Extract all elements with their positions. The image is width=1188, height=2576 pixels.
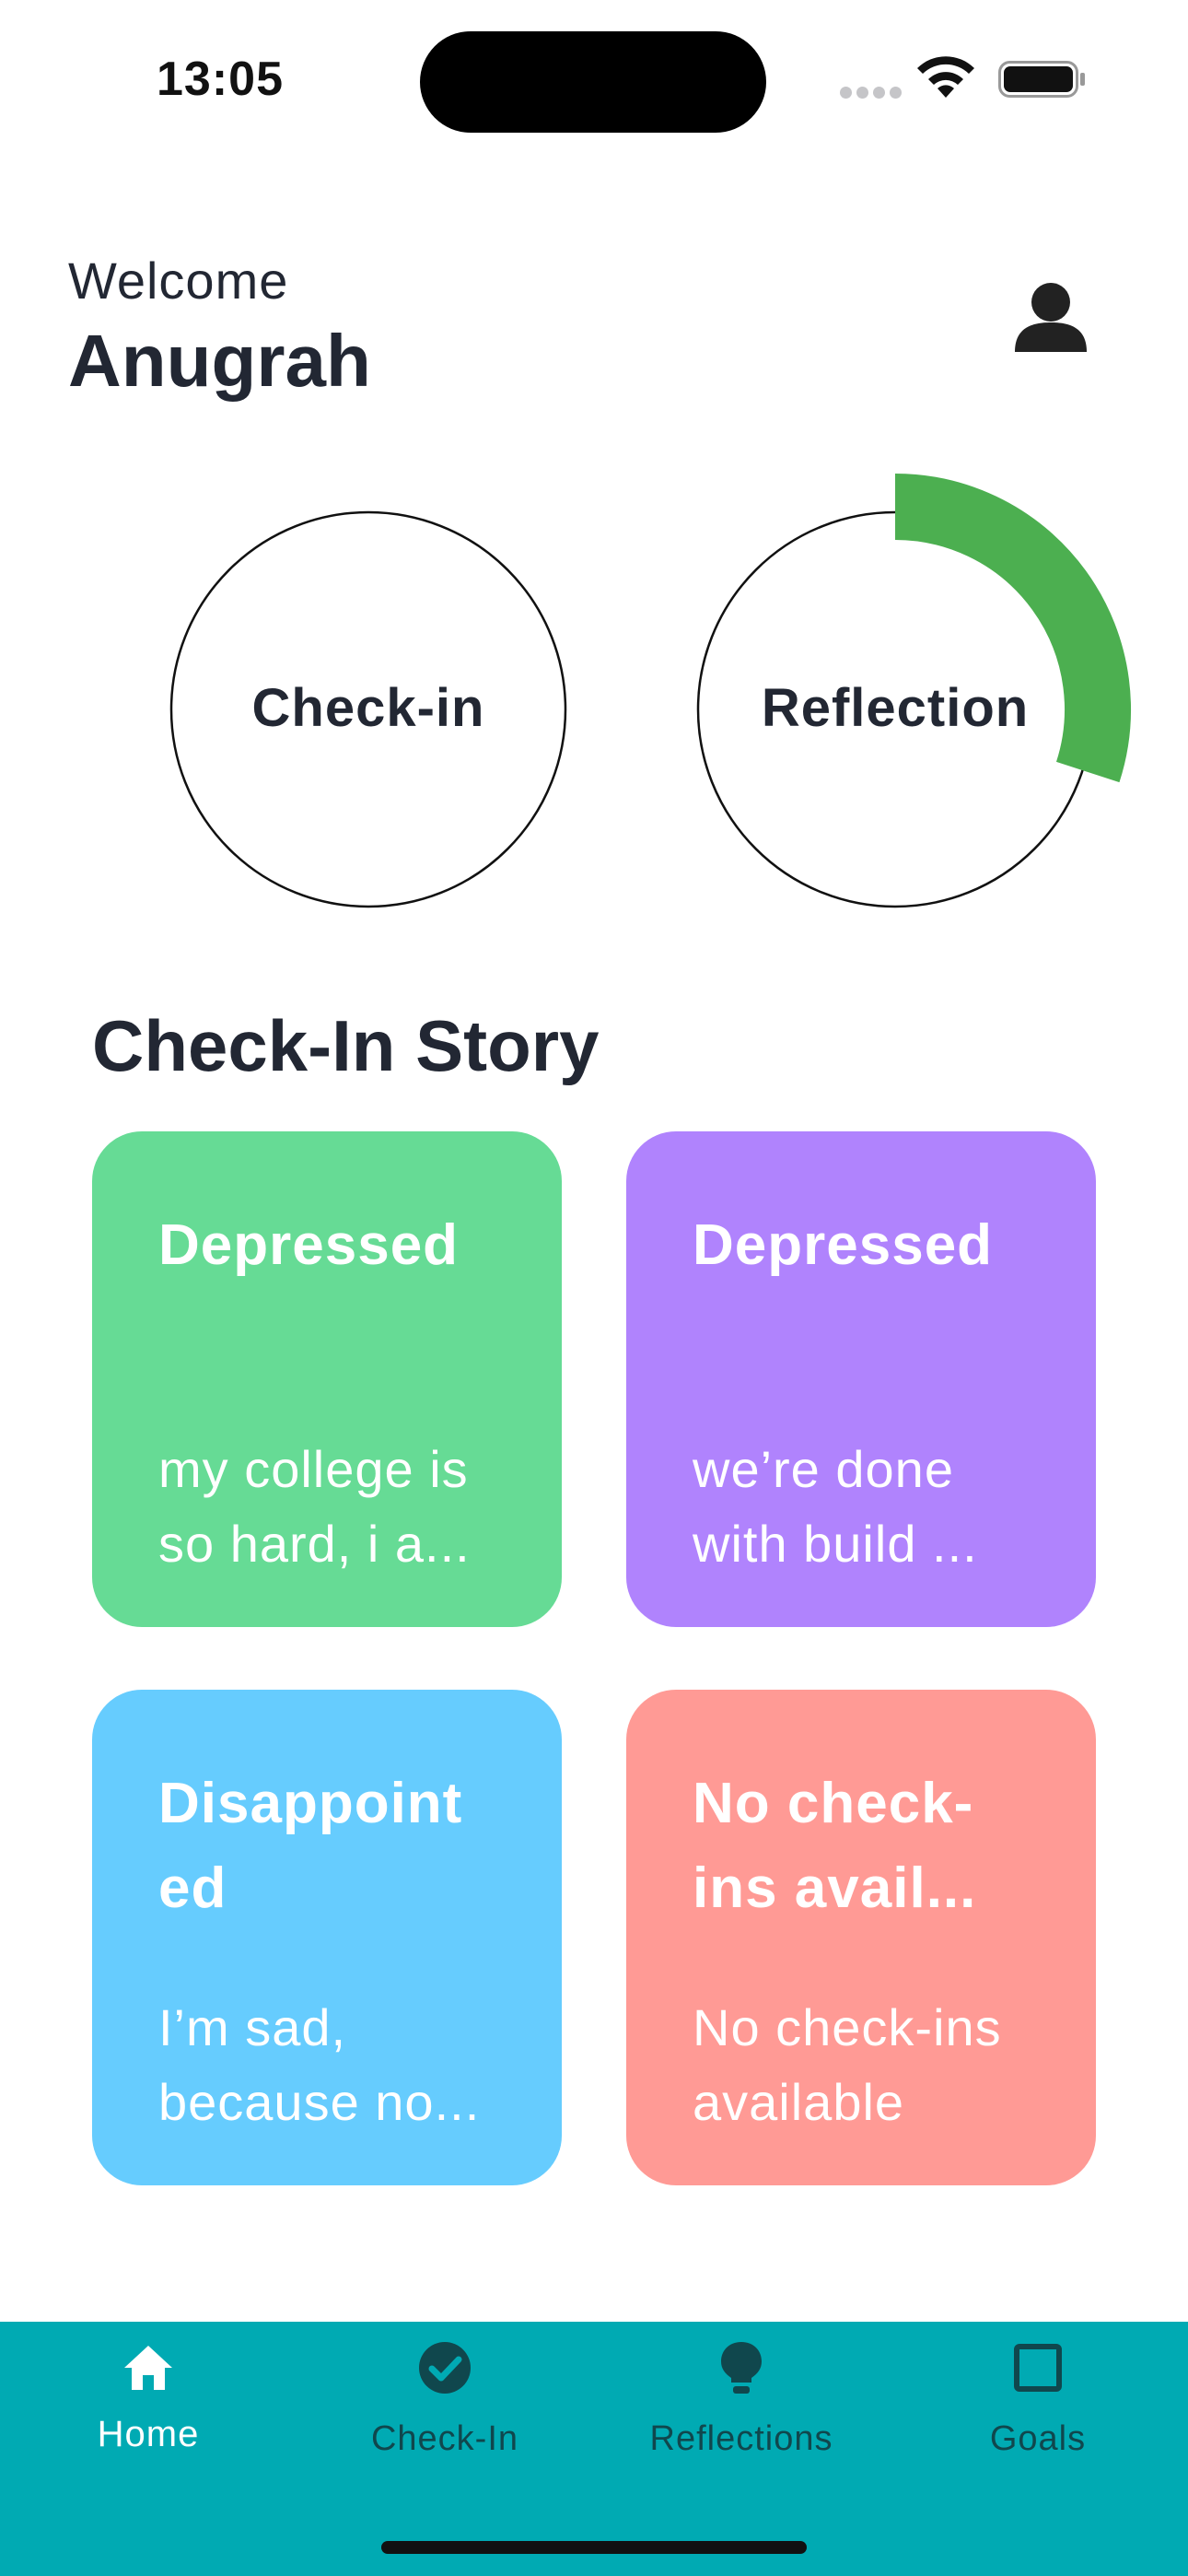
nav-label-reflections: Reflections (649, 2419, 833, 2458)
story-card-text: we’re done with build ... (693, 1440, 978, 1573)
square-icon (1014, 2344, 1062, 2392)
reflection-progress-label: Reflection (761, 678, 1030, 738)
story-card-title: Disappoint ed (158, 1772, 463, 1920)
nav-item-home[interactable]: Home (0, 2322, 297, 2506)
lightbulb-icon (721, 2342, 762, 2394)
nav-label-check-in: Check-In (370, 2419, 519, 2458)
home-indicator (381, 2541, 807, 2554)
story-card[interactable]: No check-ins avail... No check-ins avail… (626, 1690, 1096, 2185)
user-name: Anugrah (68, 320, 371, 402)
story-card-title: Depressed (158, 1213, 460, 1277)
story-card-text: No check-ins available (693, 1998, 1002, 2131)
nav-item-goals[interactable]: Goals (890, 2322, 1186, 2506)
story-card[interactable]: Disappoint ed I’m sad, because no... (92, 1690, 562, 2185)
checkin-progress-label: Check-in (251, 678, 485, 738)
nav-label-home: Home (97, 2414, 200, 2454)
story-card-text: I’m sad, because no... (158, 1998, 481, 2131)
section-title: Check-In Story (92, 1005, 600, 1086)
battery-icon (998, 61, 1085, 98)
story-card[interactable]: Depressed my college is so hard, i a... (92, 1131, 562, 1627)
story-card-title: Depressed (693, 1213, 994, 1277)
home-icon (124, 2346, 172, 2390)
nav-item-reflections[interactable]: Reflections (593, 2322, 890, 2506)
dynamic-island (420, 31, 766, 133)
status-time: 13:05 (157, 53, 284, 106)
welcome-text: Welcome (68, 252, 289, 310)
bottom-nav: Home Check-In Reflections Goals (0, 2322, 1188, 2576)
person-icon[interactable] (1009, 276, 1092, 359)
nav-label-goals: Goals (989, 2419, 1087, 2458)
check-circle-icon (419, 2342, 471, 2394)
story-card-title: No check-ins avail... (693, 1772, 977, 1920)
story-card[interactable]: Depressed we’re done with build ... (626, 1131, 1096, 1627)
nav-item-check-in[interactable]: Check-In (297, 2322, 593, 2506)
story-card-text: my college is so hard, i a... (158, 1440, 471, 1573)
wifi-icon (917, 56, 974, 98)
